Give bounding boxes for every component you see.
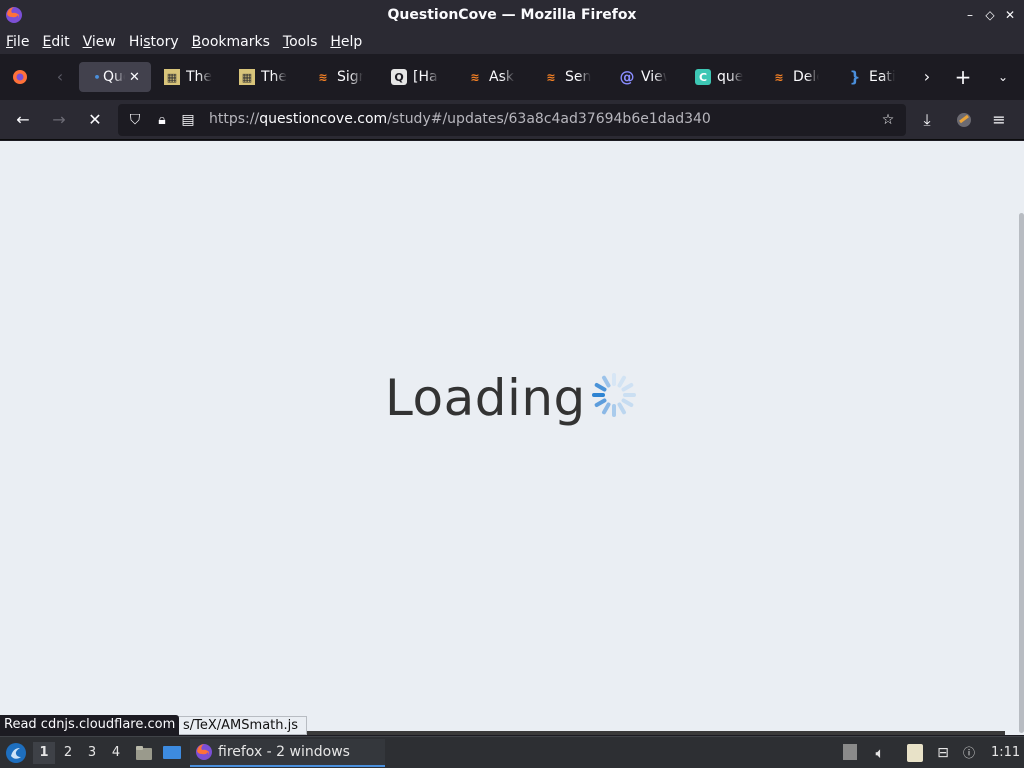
restore-icon[interactable]: ◇ — [982, 7, 998, 23]
navigation-toolbar: ← → ✕ ⛉ 🔒︎ ▤ https://questioncove.com/st… — [0, 100, 1024, 140]
start-menu-icon[interactable] — [5, 742, 27, 764]
network-icon[interactable]: ⊟ — [934, 744, 952, 762]
taskbar: 1 2 3 4 firefox - 2 windows 🔈︎ ⊟ ⓘ 1:11 — [0, 736, 1024, 768]
firefox-icon — [196, 744, 212, 760]
status-panel: Read cdnjs.cloudflare.com — [0, 715, 180, 736]
stackoverflow-icon: ≋ — [470, 70, 480, 84]
menu-edit[interactable]: Edit — [42, 34, 69, 50]
list-all-tabs-icon[interactable]: ⌄ — [992, 66, 1014, 88]
downloads-icon[interactable]: ⤓ — [916, 109, 938, 131]
tab-item[interactable]: ▦ The — [239, 62, 287, 92]
workspace-2[interactable]: 2 — [57, 742, 79, 764]
menu-file[interactable]: File — [6, 34, 29, 50]
workspace-3[interactable]: 3 — [81, 742, 103, 764]
taskbar-firefox-entry[interactable]: firefox - 2 windows — [190, 739, 385, 767]
permissions-icon[interactable]: ▤ — [178, 110, 198, 130]
app-menu-icon[interactable]: ≡ — [988, 109, 1010, 131]
clock[interactable]: 1:11 — [991, 745, 1020, 760]
status-panel-underlay: s/TeX/AMSmath.js — [176, 716, 308, 735]
url-text[interactable]: https://questioncove.com/study#/updates/… — [209, 111, 711, 127]
tab-item[interactable]: ≋ Signal — [315, 62, 363, 92]
loading-text: Loading — [385, 369, 586, 427]
tab-item[interactable]: ≋ Senior — [543, 62, 591, 92]
back-icon[interactable]: ← — [12, 109, 34, 131]
workspace-1[interactable]: 1 — [33, 742, 55, 764]
desktop-icon[interactable] — [162, 743, 182, 763]
forward-icon[interactable]: → — [48, 109, 70, 131]
window-title: QuestionCove — Mozilla Firefox — [387, 7, 637, 23]
loading-spinner-icon — [592, 373, 636, 417]
quora-icon: Q — [391, 69, 407, 85]
tab-item[interactable]: ≋ Ask — [467, 62, 515, 92]
new-tab-icon[interactable]: + — [952, 66, 974, 88]
menu-tools[interactable]: Tools — [283, 34, 318, 50]
questioncove-icon: • — [93, 70, 101, 84]
c-icon: C — [695, 69, 711, 85]
menu-bookmarks[interactable]: Bookmarks — [192, 34, 270, 50]
firefox-icon — [6, 7, 22, 23]
film-icon: ▦ — [164, 69, 180, 85]
storage-icon[interactable] — [843, 744, 857, 760]
film-icon: ▦ — [239, 69, 255, 85]
notification-icon[interactable]: ⓘ — [960, 744, 978, 762]
stackoverflow-icon: ≋ — [318, 70, 328, 84]
tab-questioncove[interactable]: • QuestionCove ✕ — [79, 62, 151, 92]
tracking-protection-icon[interactable]: ⛉ — [125, 110, 145, 130]
firefox-view-icon[interactable] — [10, 67, 30, 87]
tabs-scroll-right-icon[interactable]: › — [916, 66, 938, 88]
tab-item[interactable]: C question — [695, 62, 743, 92]
menu-bar: File Edit View History Bookmarks Tools H… — [0, 30, 1024, 54]
clipboard-icon[interactable] — [907, 744, 923, 762]
tab-item[interactable]: ▦ The — [164, 62, 212, 92]
stackoverflow-icon: ≋ — [546, 70, 556, 84]
menu-help[interactable]: Help — [330, 34, 362, 50]
close-icon[interactable]: ✕ — [1002, 7, 1018, 23]
braces-icon: } — [849, 68, 861, 86]
tabs-scroll-left-icon[interactable]: ‹ — [49, 66, 71, 88]
tab-strip: ‹ • QuestionCove ✕ ▦ The ▦ The ≋ Signal … — [0, 54, 1024, 100]
workspace-4[interactable]: 4 — [105, 742, 127, 764]
tab-item[interactable]: Q [Hard — [391, 62, 439, 92]
tab-close-icon[interactable]: ✕ — [129, 70, 140, 85]
page-content: Loading — [0, 141, 1024, 735]
bookmark-star-icon[interactable]: ☆ — [878, 110, 898, 130]
vertical-scrollbar[interactable] — [1019, 213, 1024, 733]
menu-view[interactable]: View — [83, 34, 116, 50]
menu-history[interactable]: History — [129, 34, 179, 50]
stop-icon[interactable]: ✕ — [84, 109, 106, 131]
file-manager-icon[interactable] — [134, 743, 154, 763]
window-titlebar: QuestionCove — Mozilla Firefox – ◇ ✕ — [0, 0, 1024, 30]
lock-icon[interactable]: 🔒︎ — [152, 110, 172, 130]
minimize-icon[interactable]: – — [962, 7, 978, 23]
stackoverflow-icon: ≋ — [774, 70, 784, 84]
volume-icon[interactable]: 🔈︎ — [871, 744, 889, 762]
extension-icon[interactable] — [954, 110, 974, 130]
tab-item[interactable]: @ View — [619, 62, 668, 92]
url-bar[interactable]: ⛉ 🔒︎ ▤ https://questioncove.com/study#/u… — [118, 104, 906, 136]
tab-item[interactable]: } Eating — [847, 62, 895, 92]
at-icon: @ — [619, 68, 635, 86]
tab-item[interactable]: ≋ Delete — [771, 62, 819, 92]
